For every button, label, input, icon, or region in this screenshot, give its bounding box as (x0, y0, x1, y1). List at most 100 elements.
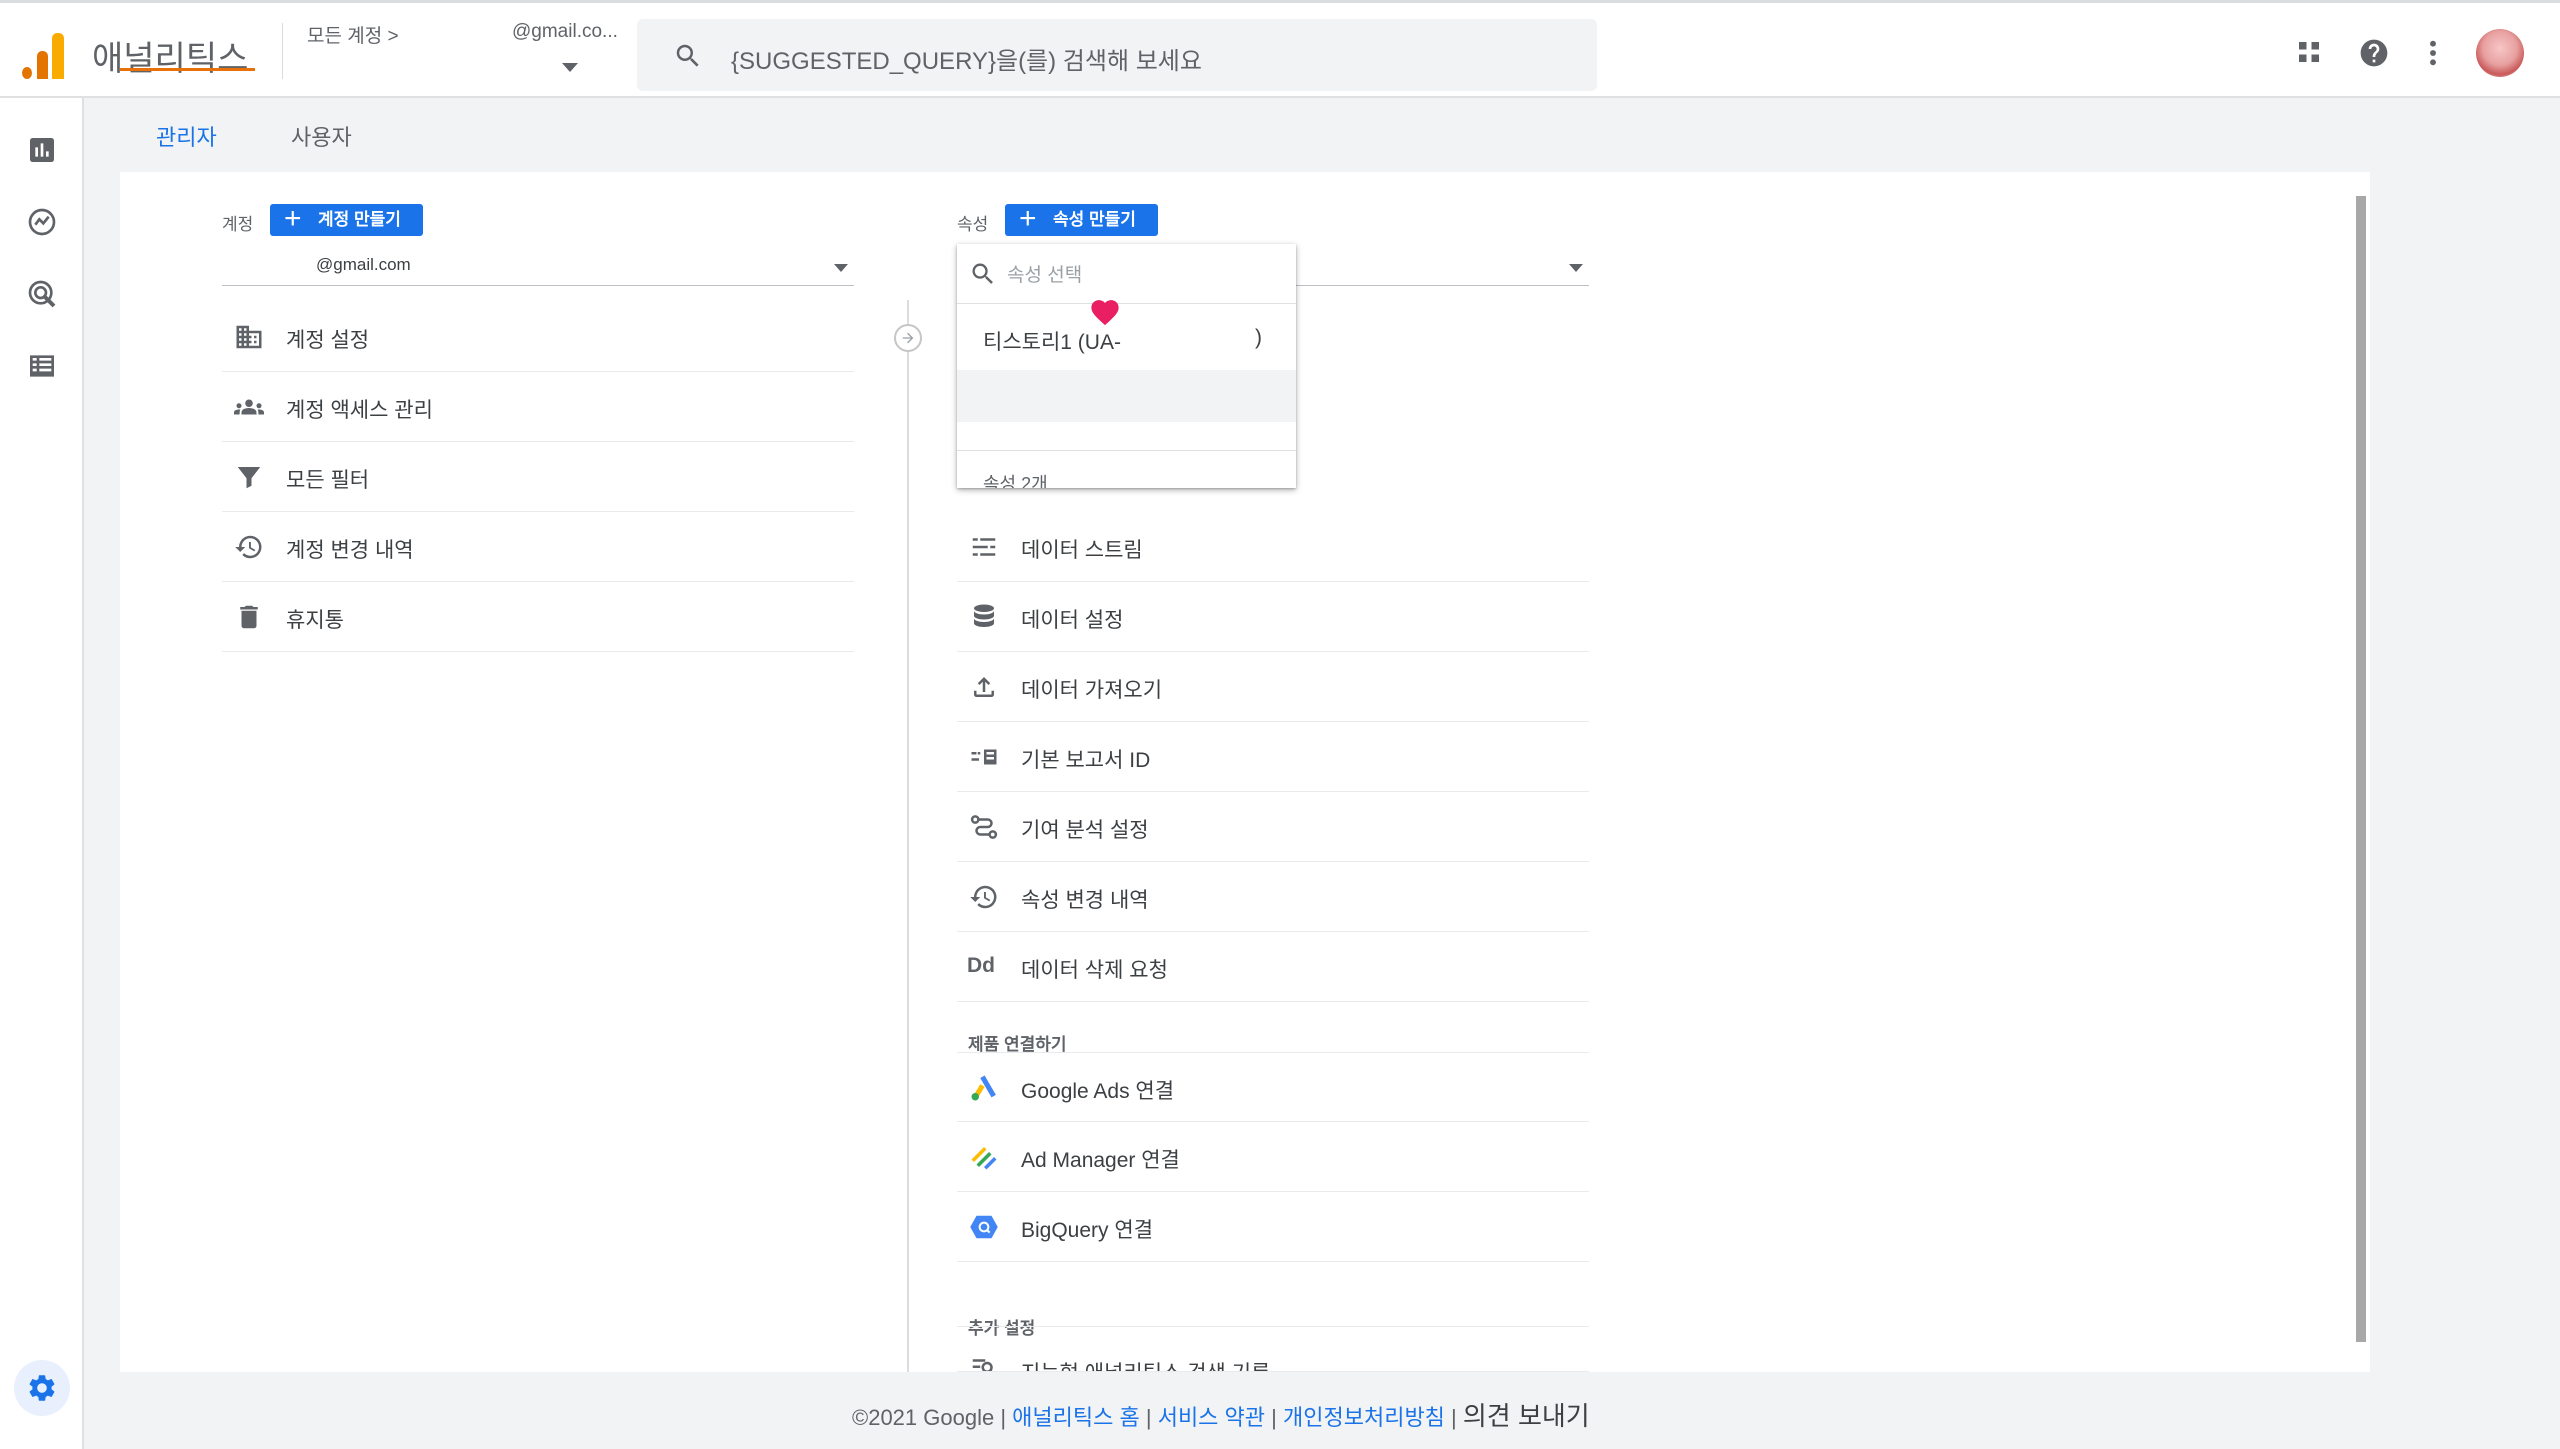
app-title[interactable]: 애널리틱스 (92, 31, 248, 80)
people-icon (234, 399, 264, 415)
account-selector[interactable]: @gmail.co... (512, 21, 624, 43)
google-ads-icon (971, 1075, 996, 1101)
upload-icon (974, 677, 994, 697)
list-item-data-stream[interactable]: 데이터 스트림 (957, 512, 1589, 582)
list-item-trash[interactable]: 휴지통 (222, 582, 854, 652)
admin-settings-button[interactable] (14, 1360, 70, 1416)
property-option-hover[interactable] (957, 370, 1296, 422)
list-item-ad-manager[interactable]: Ad Manager 연결 (957, 1122, 1589, 1192)
footer-separator: | (1271, 1405, 1277, 1430)
list-item-label: Ad Manager 연결 (1021, 1149, 1180, 1172)
search-history-icon (972, 1359, 993, 1371)
search-input[interactable]: {SUGGESTED_QUERY}을(를) 검색해 보세요 (731, 41, 1202, 76)
list-item-report-id[interactable]: 기본 보고서 ID (957, 722, 1589, 792)
list-item-label: 데이터 가져오기 (1021, 679, 1163, 702)
terms-link[interactable]: 서비스 약관 (1158, 1405, 1265, 1430)
heart-icon (1091, 300, 1119, 326)
list-item-label: 지능형 애널리틱스 검색 기록 (1021, 1357, 1270, 1371)
popup-divider (957, 450, 1296, 451)
top-bar: 애널리틱스 모든 계정 > @gmail.co... {SUGGESTED_QU… (0, 0, 2560, 98)
filter-icon (237, 467, 261, 489)
explore-icon[interactable] (26, 206, 58, 238)
list-item-label: 계정 설정 (286, 329, 370, 352)
footer: ©2021 Google | 애널리틱스 홈 | 서비스 약관 | 개인정보처리… (852, 1396, 1590, 1433)
privacy-link[interactable]: 개인정보처리방침 (1283, 1405, 1445, 1430)
attribution-icon (970, 815, 998, 839)
list-item-data-import[interactable]: 데이터 가져오기 (957, 652, 1589, 722)
column-divider (907, 300, 909, 1372)
tab-user[interactable]: 사용자 (291, 120, 352, 152)
arrow-right-circle-icon (894, 324, 922, 352)
property-select-popup: 속성 선택 티스토리1 (UA- ) 속성 2개 (957, 244, 1296, 488)
list-item-all-filters[interactable]: 모든 필터 (222, 442, 854, 512)
left-rail (0, 98, 84, 1449)
database-icon (974, 604, 994, 627)
property-count: 속성 2개 (983, 474, 1048, 488)
property-search-input[interactable]: 속성 선택 (1007, 260, 1082, 287)
report-id-icon (971, 749, 997, 765)
list-item-label: 속성 변경 내역 (1021, 889, 1149, 912)
account-dropdown[interactable]: @gmail.com (222, 252, 854, 286)
tab-bar: 관리자 사용자 (84, 100, 2560, 172)
property-search-field[interactable]: 속성 선택 (957, 244, 1296, 304)
history-icon (235, 535, 262, 559)
property-option-end: ) (1255, 326, 1262, 349)
feedback-button[interactable]: 의견 보내기 (1463, 1401, 1590, 1431)
list-item-label: 휴지통 (286, 609, 344, 632)
property-option[interactable]: 티스토리1 (UA- ) (957, 306, 1296, 370)
plus-icon: + (284, 202, 302, 235)
bigquery-icon (970, 1215, 998, 1239)
list-item-label: 기여 분석 설정 (1021, 819, 1149, 842)
list-item-label: 계정 액세스 관리 (286, 399, 433, 422)
plus-icon: + (1019, 202, 1037, 235)
create-property-label: 속성 만들기 (1053, 210, 1136, 229)
list-item-label: Google Ads 연결 (1021, 1080, 1175, 1103)
search-icon (676, 44, 699, 67)
gear-icon (29, 1375, 55, 1401)
list-item-data-settings[interactable]: 데이터 설정 (957, 582, 1589, 652)
header-divider (282, 23, 283, 79)
history-icon (970, 885, 997, 909)
property-column-label: 속성 (957, 215, 989, 234)
list-item-label: 데이터 스트림 (1021, 539, 1143, 562)
list-item-account-access[interactable]: 계정 액세스 관리 (222, 372, 854, 442)
avatar[interactable] (2476, 29, 2524, 77)
list-item-account-settings[interactable]: 계정 설정 (222, 302, 854, 372)
tab-admin[interactable]: 관리자 (156, 120, 217, 152)
active-tab-indicator (120, 68, 255, 71)
list-item-bigquery[interactable]: BigQuery 연결 (957, 1192, 1589, 1262)
list-item-property-history[interactable]: 속성 변경 내역 (957, 862, 1589, 932)
create-account-button[interactable]: + 계정 만들기 (270, 204, 423, 236)
analytics-home-link[interactable]: 애널리틱스 홈 (1012, 1405, 1140, 1430)
list-item-label: 기본 보고서 ID (1021, 749, 1151, 772)
chevron-down-icon (1569, 264, 1583, 272)
advertising-icon[interactable] (26, 278, 58, 310)
analytics-logo-icon[interactable] (22, 31, 64, 79)
more-vert-icon[interactable] (2424, 37, 2442, 69)
ad-manager-icon (971, 1147, 997, 1170)
help-icon[interactable] (2358, 37, 2390, 69)
chevron-down-icon (834, 264, 848, 272)
list-item-label: 데이터 삭제 요청 (1021, 959, 1168, 982)
footer-separator: | (1451, 1405, 1457, 1430)
reports-icon[interactable] (26, 134, 58, 166)
configure-list-icon[interactable] (26, 350, 58, 382)
property-option-label: 티스토리1 (UA- (983, 331, 1121, 354)
copyright-text: ©2021 Google | (852, 1405, 1007, 1430)
create-account-label: 계정 만들기 (318, 210, 401, 229)
list-item-google-ads[interactable]: Google Ads 연결 (957, 1052, 1589, 1122)
chevron-down-icon[interactable] (562, 63, 578, 72)
list-item-account-history[interactable]: 계정 변경 내역 (222, 512, 854, 582)
list-item-search-history[interactable]: 지능형 애널리틱스 검색 기록 (957, 1326, 1589, 1372)
search-bar[interactable]: {SUGGESTED_QUERY}을(를) 검색해 보세요 (637, 19, 1597, 91)
scrollbar[interactable] (2356, 196, 2366, 1342)
trash-icon (240, 605, 258, 629)
data-stream-icon (972, 538, 996, 556)
list-item-data-deletion[interactable]: Dd 데이터 삭제 요청 (957, 932, 1589, 1002)
list-item-attribution[interactable]: 기여 분석 설정 (957, 792, 1589, 862)
apps-grid-icon[interactable] (2294, 37, 2324, 67)
create-property-button[interactable]: + 속성 만들기 (1005, 204, 1158, 236)
list-item-label: 데이터 설정 (1021, 609, 1124, 632)
footer-separator: | (1145, 1405, 1152, 1430)
breadcrumb[interactable]: 모든 계정 > (307, 21, 399, 48)
